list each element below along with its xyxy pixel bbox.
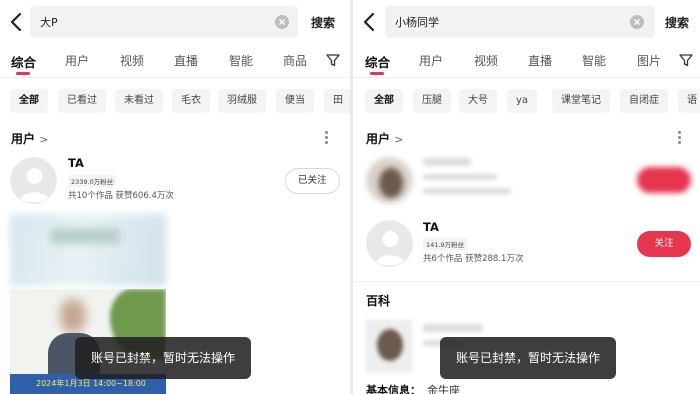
- filter-chips: 全部 压腿 大号 ya 课堂笔记 自闭症 语: [353, 89, 700, 113]
- avatar-photo: [379, 168, 403, 198]
- user-avatar[interactable]: [10, 157, 57, 204]
- filter-chips: 全部 已看过 未看过 毛衣 羽绒服 便当 田: [0, 89, 350, 113]
- chip[interactable]: 田: [324, 89, 350, 113]
- toast-message: 账号已封禁，暂时无法操作: [440, 337, 617, 379]
- chip[interactable]: 自闭症: [620, 89, 668, 113]
- back-arrow-icon[interactable]: [359, 9, 381, 35]
- filter-icon[interactable]: [326, 53, 340, 67]
- chip[interactable]: 羽绒服: [218, 89, 266, 113]
- tab-products[interactable]: 商品: [283, 52, 307, 69]
- blurred-fans: [423, 174, 497, 180]
- info-value: 金牛座: [427, 384, 460, 394]
- chip[interactable]: ya: [507, 89, 538, 113]
- avatar-placeholder-icon: [375, 231, 406, 265]
- blurred-name: [423, 158, 471, 166]
- chip[interactable]: 毛衣: [172, 89, 210, 113]
- more-icon[interactable]: [325, 131, 329, 145]
- chip[interactable]: 未看过: [115, 89, 163, 113]
- followed-button[interactable]: 已关注: [285, 168, 340, 194]
- back-arrow-icon[interactable]: [6, 9, 28, 35]
- user-section-title[interactable]: 用户 >: [366, 130, 403, 147]
- chip-all[interactable]: 全部: [10, 89, 48, 113]
- blurred-follow-button[interactable]: [637, 167, 691, 193]
- user-stats: 共6个作品 获赞288.1万次: [423, 254, 524, 264]
- search-button[interactable]: 搜索: [311, 14, 335, 31]
- info-label: 基本信息：: [366, 384, 421, 394]
- search-query: 小杨同学: [395, 16, 439, 29]
- blurred-baike-text: [423, 324, 483, 332]
- filter-icon[interactable]: [679, 53, 693, 67]
- search-bar: 小杨同学 搜索: [353, 6, 700, 38]
- search-input[interactable]: 小杨同学: [385, 6, 655, 38]
- tab-indicator: [16, 72, 30, 75]
- fans-count: 2339.0万粉丝: [68, 175, 117, 187]
- divider: [0, 77, 350, 78]
- video-thumbnail-top[interactable]: [10, 214, 166, 286]
- tab-videos[interactable]: 视频: [120, 52, 144, 69]
- divider: [353, 281, 700, 282]
- right-screenshot: 小杨同学 搜索 综合 用户 视频 直播 智能 图片 全部 压腿 大号 ya 课堂…: [353, 0, 700, 394]
- chevron-right-icon: >: [394, 133, 404, 146]
- user-stats: 共10个作品 获赞606.4万次: [68, 191, 174, 201]
- tab-images[interactable]: 图片: [637, 52, 661, 69]
- search-bar: 大P 搜索: [0, 6, 350, 38]
- baike-section-title[interactable]: 百科: [366, 292, 390, 309]
- search-query: 大P: [40, 16, 58, 29]
- section-label: 用户: [366, 132, 391, 146]
- user-avatar[interactable]: [366, 220, 413, 267]
- tab-users[interactable]: 用户: [419, 52, 443, 69]
- search-input[interactable]: 大P: [30, 6, 298, 38]
- tab-live[interactable]: 直播: [528, 52, 552, 69]
- chevron-right-icon: >: [39, 133, 49, 146]
- left-screenshot: 大P 搜索 综合 用户 视频 直播 智能 商品 全部 已看过 未看过 毛衣 羽绒…: [0, 0, 350, 394]
- tab-smart[interactable]: 智能: [229, 52, 253, 69]
- video-caption: 2024年1月3日 14:00~18:00: [36, 379, 146, 388]
- chip[interactable]: 便当: [276, 89, 314, 113]
- clear-icon[interactable]: [630, 15, 644, 29]
- chip[interactable]: 大号: [459, 89, 497, 113]
- tab-bar: 综合 用户 视频 直播 智能 商品: [0, 48, 350, 75]
- more-icon[interactable]: [678, 131, 682, 145]
- blurred-stats: [423, 188, 511, 194]
- section-label: 用户: [11, 132, 36, 146]
- blurred-user-avatar[interactable]: [366, 157, 413, 204]
- user-name[interactable]: TA: [423, 220, 439, 234]
- clear-icon[interactable]: [275, 15, 289, 29]
- user-section-title[interactable]: 用户 >: [11, 130, 48, 147]
- fans-count: 141.9万粉丝: [423, 238, 468, 250]
- tab-comprehensive[interactable]: 综合: [11, 52, 36, 71]
- baike-photo: [377, 329, 403, 361]
- avatar-placeholder-icon: [19, 168, 50, 202]
- chip[interactable]: 已看过: [58, 89, 106, 113]
- tab-bar: 综合 用户 视频 直播 智能 图片: [353, 48, 700, 75]
- thumbnail-shape: [50, 228, 120, 244]
- chip[interactable]: 课堂笔记: [552, 89, 610, 113]
- chip[interactable]: 压腿: [413, 89, 451, 113]
- tab-comprehensive[interactable]: 综合: [365, 52, 390, 71]
- divider: [353, 77, 700, 78]
- tab-videos[interactable]: 视频: [474, 52, 498, 69]
- baike-image[interactable]: [366, 320, 412, 372]
- tab-indicator: [370, 72, 384, 75]
- toast-message: 账号已封禁，暂时无法操作: [75, 337, 252, 379]
- tab-live[interactable]: 直播: [174, 52, 198, 69]
- tab-users[interactable]: 用户: [65, 52, 89, 69]
- chip[interactable]: 语: [678, 89, 700, 113]
- tab-smart[interactable]: 智能: [582, 52, 606, 69]
- user-name[interactable]: TA: [68, 156, 84, 170]
- follow-button[interactable]: 关注: [637, 231, 691, 257]
- person-face: [60, 299, 86, 333]
- chip-all[interactable]: 全部: [365, 89, 403, 113]
- search-button[interactable]: 搜索: [665, 14, 689, 31]
